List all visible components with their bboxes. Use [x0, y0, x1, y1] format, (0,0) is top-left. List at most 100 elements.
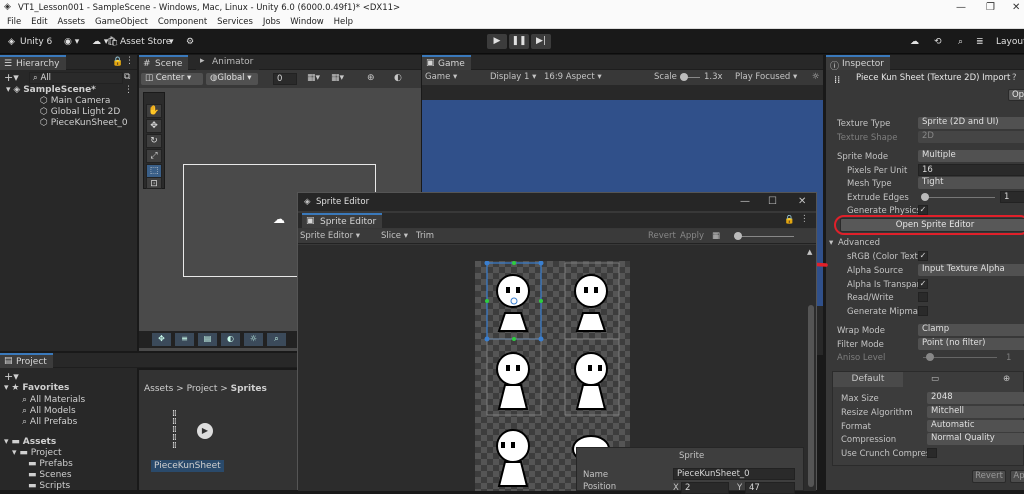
- extrude-slider-thumb[interactable]: [921, 193, 929, 201]
- extrude-field[interactable]: 1: [1000, 191, 1024, 203]
- menu-component[interactable]: Component: [158, 17, 207, 27]
- mode-dropdown[interactable]: Sprite Editor ▾: [300, 231, 360, 241]
- close-icon[interactable]: ✕: [798, 196, 806, 207]
- revert-button[interactable]: Revert: [648, 231, 676, 241]
- tab-hierarchy[interactable]: ☰ Hierarchy: [0, 55, 66, 70]
- favorites-header[interactable]: ▾ ★ Favorites: [4, 383, 69, 393]
- tab-platform-default[interactable]: Default: [833, 372, 903, 387]
- aniso-slider[interactable]: [923, 357, 997, 358]
- texture-shape-dropdown[interactable]: 2D: [918, 131, 1024, 143]
- sprite-name-field[interactable]: PieceKunSheet_0: [673, 468, 795, 480]
- close-icon[interactable]: ✕: [1012, 2, 1020, 13]
- transform-tool-icon[interactable]: ⊡: [146, 177, 162, 189]
- scene-more-icon[interactable]: ⋮: [124, 85, 133, 95]
- menu-jobs[interactable]: Jobs: [263, 17, 281, 27]
- bottom-shading-icon[interactable]: ◐: [221, 333, 240, 346]
- scale-tool-icon[interactable]: ⤢: [146, 149, 162, 163]
- filter-icon[interactable]: ⧉: [124, 72, 130, 82]
- alpha-transp-checkbox[interactable]: ✓: [918, 279, 928, 289]
- color-channel-icon[interactable]: ▦: [712, 231, 720, 241]
- rect-tool-icon[interactable]: ⬚: [146, 164, 162, 178]
- favorites-item[interactable]: ⌕ All Materials: [22, 395, 85, 405]
- layers-icon[interactable]: ≣: [976, 37, 984, 47]
- mesh-type-dropdown[interactable]: Tight: [918, 177, 1024, 189]
- search-icon[interactable]: ⌕: [958, 37, 963, 47]
- srgb-checkbox[interactable]: ✓: [918, 251, 928, 261]
- play-icon[interactable]: ▶: [487, 34, 507, 49]
- gen-physics-checkbox[interactable]: ✓: [918, 205, 928, 215]
- tab-sprite-editor[interactable]: ▣ Sprite Editor: [302, 213, 383, 228]
- add-icon[interactable]: +▾: [4, 71, 19, 84]
- menu-assets[interactable]: Assets: [57, 17, 85, 27]
- trim-button[interactable]: Trim: [416, 231, 434, 241]
- advanced-header[interactable]: Advanced: [838, 238, 880, 248]
- menu-window[interactable]: Window: [290, 17, 324, 27]
- texture-type-dropdown[interactable]: Sprite (2D and UI): [918, 117, 1024, 129]
- asset-thumbnail[interactable]: ⁞⁞ ⁞⁞ ⁞⁞ ⁞⁞ ⁞⁞: [170, 410, 190, 454]
- menu-file[interactable]: File: [7, 17, 21, 27]
- more-icon[interactable]: ⋮: [800, 214, 809, 224]
- alpha-source-dropdown[interactable]: Input Texture Alpha: [918, 264, 1024, 276]
- x-field[interactable]: 2: [681, 482, 729, 494]
- hierarchy-item[interactable]: ⬡ Global Light 2D: [40, 107, 120, 117]
- compression-dropdown[interactable]: Normal Quality: [927, 433, 1024, 445]
- pause-icon[interactable]: ❚❚: [509, 34, 529, 49]
- draw-mode-icon[interactable]: ⊕: [367, 73, 375, 83]
- aniso-slider-thumb[interactable]: [926, 353, 934, 361]
- asset-name-label[interactable]: PieceKunSheet: [151, 460, 224, 472]
- filter-dropdown[interactable]: Point (no filter): [918, 338, 1024, 350]
- bottom-move-icon[interactable]: ✥: [152, 333, 171, 346]
- help-icon[interactable]: ?: [1012, 73, 1017, 83]
- scene-row[interactable]: ▾ ◈ SampleScene*: [6, 85, 96, 95]
- maximize-icon[interactable]: ❐: [986, 2, 995, 13]
- cloud-icon[interactable]: ☁ ▾: [92, 37, 108, 47]
- format-dropdown[interactable]: Automatic: [927, 420, 1024, 432]
- folder-item[interactable]: ▬ Scenes: [28, 470, 72, 480]
- scroll-up-icon[interactable]: ▲: [807, 248, 812, 256]
- pivot-dropdown[interactable]: ◫ Center ▾: [141, 73, 203, 85]
- tab-project[interactable]: ▤ Project: [0, 353, 53, 368]
- layout-button[interactable]: Layout: [996, 37, 1024, 47]
- apply-button[interactable]: Apply: [680, 231, 704, 241]
- space-dropdown[interactable]: ◍Global ▾: [206, 73, 258, 85]
- rotate-tool-icon[interactable]: ↻: [146, 134, 162, 148]
- maximize-icon[interactable]: ☐: [768, 196, 777, 207]
- more-icon[interactable]: ⋮: [125, 56, 134, 66]
- display-dropdown[interactable]: Display 1 ▾: [490, 72, 536, 82]
- gizmo-sun-icon[interactable]: ☼: [812, 72, 820, 82]
- breadcrumb-sprites[interactable]: Sprites: [231, 384, 267, 394]
- tab-inspector[interactable]: ⓘ Inspector: [826, 55, 890, 72]
- hierarchy-search-input[interactable]: ⌕ All: [29, 72, 123, 84]
- favorites-item[interactable]: ⌕ All Prefabs: [22, 417, 77, 427]
- minimize-icon[interactable]: —: [740, 196, 750, 207]
- assets-header[interactable]: ▾ ▬ Assets: [4, 437, 56, 447]
- breadcrumb-assets[interactable]: Assets: [144, 384, 173, 394]
- revert-button[interactable]: Revert: [972, 470, 1006, 483]
- sprite-mode-dropdown[interactable]: Multiple: [918, 150, 1024, 162]
- tab-scene[interactable]: # Scene: [139, 55, 189, 70]
- breadcrumb-project[interactable]: Project: [187, 384, 218, 394]
- menu-gameobject[interactable]: GameObject: [95, 17, 148, 27]
- zoom-slider[interactable]: [734, 236, 794, 237]
- folder-item[interactable]: ▬ Prefabs: [28, 459, 73, 469]
- asset-store-button[interactable]: Asset Store: [120, 37, 171, 47]
- open-button[interactable]: Op: [1008, 89, 1024, 101]
- lock-icon[interactable]: 🔒: [112, 57, 123, 67]
- history-icon[interactable]: ⟲: [934, 37, 942, 47]
- step-icon[interactable]: ▶|: [531, 34, 551, 49]
- read-write-checkbox[interactable]: [918, 292, 928, 302]
- asset-store-chevron-icon[interactable]: ▾: [169, 37, 174, 47]
- game-mode-dropdown[interactable]: Game ▾: [425, 72, 457, 82]
- cloud-services-icon[interactable]: ☁: [910, 37, 919, 47]
- web-icon[interactable]: ⊕: [1003, 374, 1010, 384]
- y-field[interactable]: 47: [745, 482, 795, 494]
- aspect-dropdown[interactable]: 16:9 Aspect ▾: [544, 72, 602, 82]
- slice-dropdown[interactable]: Slice ▾: [381, 231, 408, 241]
- unity-account-icon[interactable]: ◈: [8, 37, 15, 47]
- collab-icon[interactable]: ⚙: [186, 37, 194, 47]
- move-tool-icon[interactable]: ✥: [146, 119, 162, 133]
- bottom-snap-icon[interactable]: ▤: [198, 333, 217, 346]
- minimize-icon[interactable]: —: [956, 2, 966, 13]
- max-size-dropdown[interactable]: 2048: [927, 392, 1024, 404]
- account-icon[interactable]: ◉ ▾: [64, 37, 79, 47]
